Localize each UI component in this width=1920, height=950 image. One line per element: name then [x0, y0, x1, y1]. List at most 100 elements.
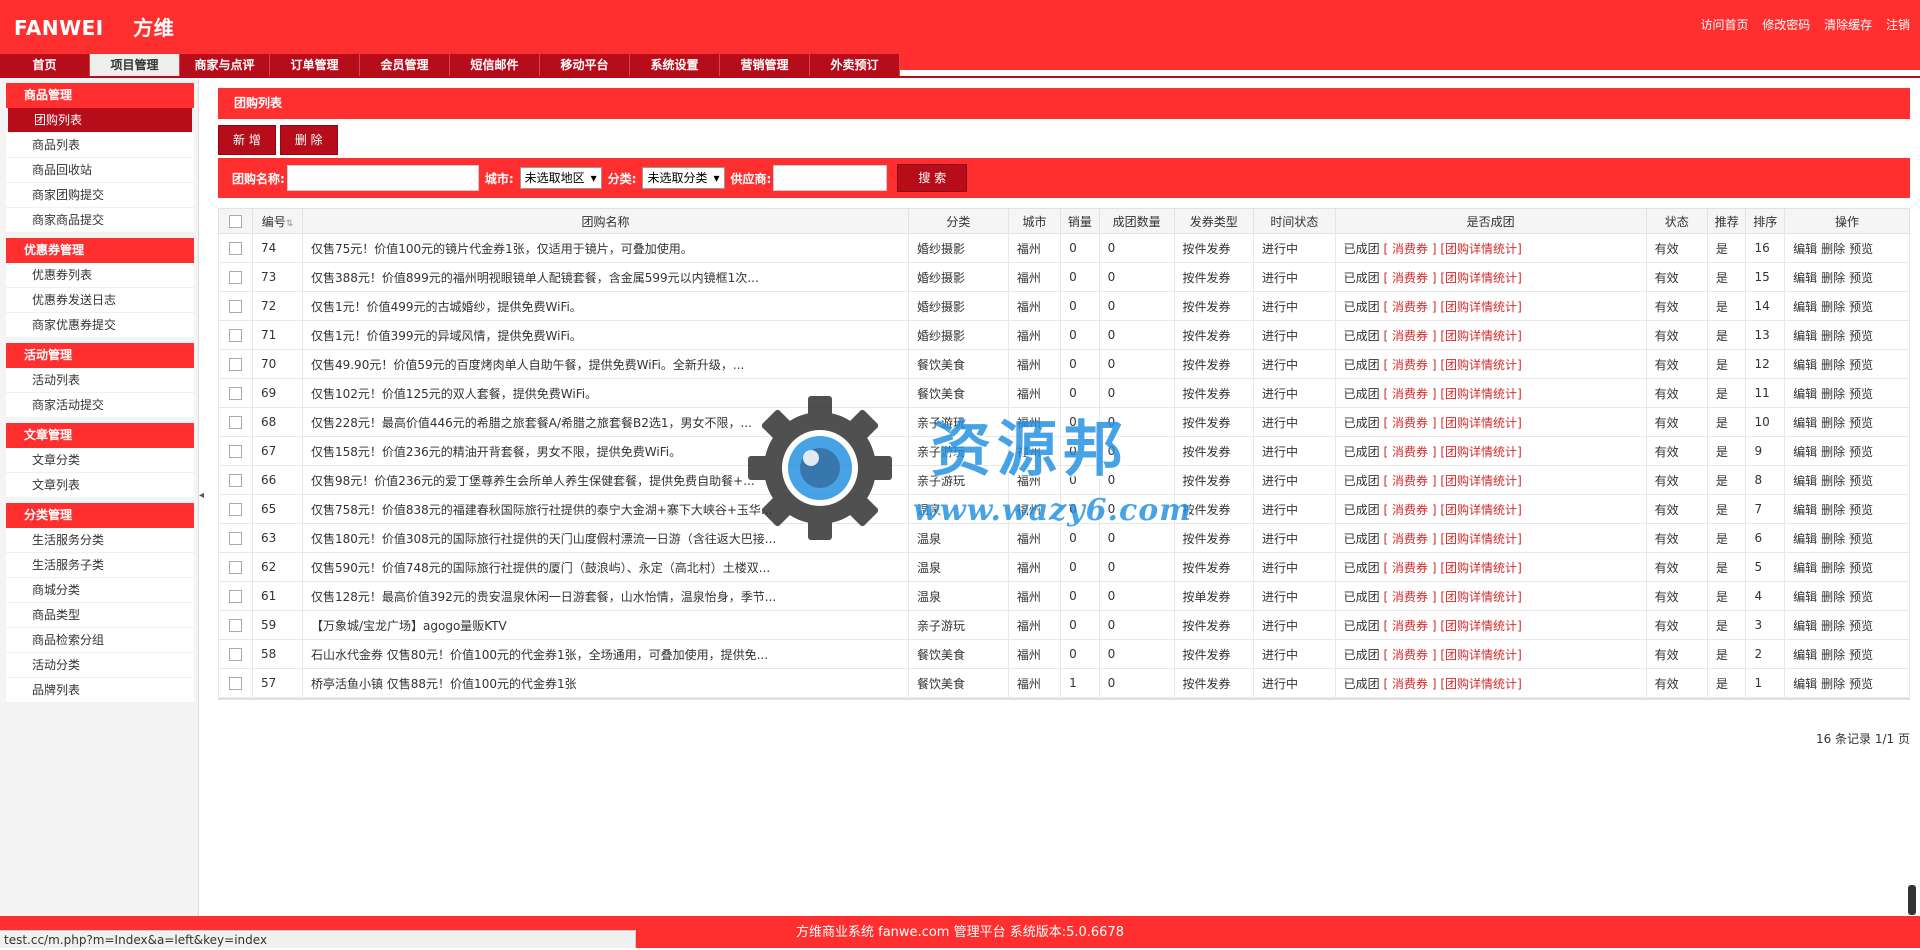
link-logout[interactable]: 注销: [1886, 18, 1910, 32]
sidebar-item[interactable]: 商品回收站: [6, 158, 194, 183]
link-change-password[interactable]: 修改密码: [1762, 18, 1810, 32]
sidebar-item[interactable]: 商家活动提交: [6, 393, 194, 418]
cell-recommend[interactable]: 是: [1706, 552, 1747, 582]
cell-recommend[interactable]: 是: [1706, 291, 1747, 321]
nav-tab-5[interactable]: 短信邮件: [450, 54, 540, 76]
delete-link[interactable]: 删除: [1821, 300, 1845, 314]
stats-link[interactable]: 团购详情统计: [1445, 300, 1517, 314]
sidebar-group-title[interactable]: 分类管理: [6, 503, 194, 528]
cell-name[interactable]: 仅售590元！价值748元的国际旅行社提供的厦门（鼓浪屿）、永定（高北村）土楼双…: [301, 552, 910, 582]
preview-link[interactable]: 预览: [1849, 329, 1873, 343]
coupon-link[interactable]: 消费券: [1392, 503, 1428, 517]
cell-recommend[interactable]: 是: [1706, 610, 1747, 640]
sidebar-group-title[interactable]: 商品管理: [6, 83, 194, 108]
cell-name[interactable]: 仅售49.90元！价值59元的百度烤肉单人自助午餐，提供免费WiFi。全新升级，…: [301, 349, 910, 379]
preview-link[interactable]: 预览: [1849, 677, 1873, 691]
cell-status[interactable]: 有效: [1645, 639, 1708, 669]
cell-name[interactable]: 仅售98元！价值236元的爱丁堡尊养生会所单人养生保健套餐，提供免费自助餐+..…: [301, 465, 910, 495]
cell-name[interactable]: 仅售1元！价值399元的异域风情，提供免费WiFi。: [301, 320, 910, 350]
stats-link[interactable]: 团购详情统计: [1445, 358, 1517, 372]
sidebar-group-title[interactable]: 文章管理: [6, 423, 194, 448]
cell-sort[interactable]: 11: [1745, 378, 1786, 408]
sidebar-item[interactable]: 商家商品提交: [6, 208, 194, 233]
delete-link[interactable]: 删除: [1821, 271, 1845, 285]
coupon-link[interactable]: 消费券: [1392, 358, 1428, 372]
nav-tab-7[interactable]: 系统设置: [630, 54, 720, 76]
delete-link[interactable]: 删除: [1821, 503, 1845, 517]
header-time-status[interactable]: 时间状态: [1252, 208, 1336, 234]
sidebar-item[interactable]: 商品检索分组: [6, 628, 194, 653]
stats-link[interactable]: 团购详情统计: [1445, 532, 1517, 546]
edit-link[interactable]: 编辑: [1793, 358, 1817, 372]
stats-link[interactable]: 团购详情统计: [1445, 561, 1517, 575]
cell-recommend[interactable]: 是: [1706, 523, 1747, 553]
cell-name[interactable]: 仅售128元！最高价值392元的贵安温泉休闲一日游套餐，山水怡情，温泉怡身，季节…: [301, 581, 910, 611]
stats-link[interactable]: 团购详情统计: [1445, 677, 1517, 691]
delete-link[interactable]: 删除: [1821, 561, 1845, 575]
stats-link[interactable]: 团购详情统计: [1445, 387, 1517, 401]
nav-tab-8[interactable]: 营销管理: [720, 54, 810, 76]
cell-recommend[interactable]: 是: [1706, 349, 1747, 379]
sidebar-item[interactable]: 商品类型: [6, 603, 194, 628]
row-checkbox[interactable]: [229, 590, 243, 603]
row-checkbox[interactable]: [229, 619, 243, 632]
delete-link[interactable]: 删除: [1821, 474, 1845, 488]
cell-recommend[interactable]: 是: [1706, 494, 1747, 524]
cell-name[interactable]: 仅售180元！价值308元的国际旅行社提供的天门山度假村漂流一日游（含往返大巴接…: [301, 523, 910, 553]
row-checkbox[interactable]: [229, 387, 243, 400]
cell-sort[interactable]: 6: [1745, 523, 1786, 553]
name-input[interactable]: [286, 165, 479, 191]
header-category[interactable]: 分类: [908, 208, 1009, 234]
delete-link[interactable]: 删除: [1821, 677, 1845, 691]
cell-sort[interactable]: 9: [1745, 436, 1786, 466]
cell-recommend[interactable]: 是: [1706, 233, 1747, 263]
cell-sort[interactable]: 15: [1745, 262, 1786, 292]
cell-sort[interactable]: 13: [1745, 320, 1786, 350]
cell-sort[interactable]: 14: [1745, 291, 1786, 321]
header-grouped[interactable]: 是否成团: [1334, 208, 1647, 234]
row-checkbox[interactable]: [229, 300, 243, 313]
preview-link[interactable]: 预览: [1849, 242, 1873, 256]
row-checkbox[interactable]: [229, 648, 243, 661]
cell-status[interactable]: 有效: [1645, 407, 1708, 437]
header-id[interactable]: 编号⇅: [252, 208, 303, 234]
cell-status[interactable]: 有效: [1645, 668, 1708, 698]
header-recommend[interactable]: 推荐: [1706, 208, 1747, 234]
sidebar-item[interactable]: 商品列表: [6, 133, 194, 158]
search-button[interactable]: 搜 索: [897, 164, 968, 192]
edit-link[interactable]: 编辑: [1793, 503, 1817, 517]
cell-name[interactable]: 仅售388元！价值899元的福州明视眼镜单人配镜套餐，含金属599元以内镜框1次…: [301, 262, 910, 292]
cell-name[interactable]: 仅售228元！最高价值446元的希腊之旅套餐A/希腊之旅套餐B2选1，男女不限，…: [301, 407, 910, 437]
coupon-link[interactable]: 消费券: [1392, 242, 1428, 256]
row-checkbox[interactable]: [229, 242, 243, 255]
cell-status[interactable]: 有效: [1645, 378, 1708, 408]
delete-link[interactable]: 删除: [1821, 532, 1845, 546]
edit-link[interactable]: 编辑: [1793, 561, 1817, 575]
cell-status[interactable]: 有效: [1645, 523, 1708, 553]
add-button[interactable]: 新 增: [218, 125, 276, 155]
delete-link[interactable]: 删除: [1821, 242, 1845, 256]
cell-status[interactable]: 有效: [1645, 581, 1708, 611]
stats-link[interactable]: 团购详情统计: [1445, 503, 1517, 517]
preview-link[interactable]: 预览: [1849, 300, 1873, 314]
preview-link[interactable]: 预览: [1849, 648, 1873, 662]
supplier-input[interactable]: [773, 165, 888, 191]
coupon-link[interactable]: 消费券: [1392, 677, 1428, 691]
select-all-checkbox[interactable]: [229, 215, 243, 228]
edit-link[interactable]: 编辑: [1793, 590, 1817, 604]
cell-recommend[interactable]: 是: [1706, 262, 1747, 292]
row-checkbox[interactable]: [229, 474, 243, 487]
stats-link[interactable]: 团购详情统计: [1445, 445, 1517, 459]
preview-link[interactable]: 预览: [1849, 532, 1873, 546]
row-checkbox[interactable]: [229, 561, 243, 574]
cell-name[interactable]: 桥亭活鱼小镇 仅售88元！价值100元的代金券1张: [301, 668, 910, 698]
sidebar-item[interactable]: 文章列表: [6, 473, 194, 498]
preview-link[interactable]: 预览: [1849, 358, 1873, 372]
stats-link[interactable]: 团购详情统计: [1445, 416, 1517, 430]
cell-status[interactable]: 有效: [1645, 233, 1708, 263]
nav-tab-4[interactable]: 会员管理: [360, 54, 450, 76]
cell-status[interactable]: 有效: [1645, 465, 1708, 495]
stats-link[interactable]: 团购详情统计: [1445, 590, 1517, 604]
cell-sort[interactable]: 12: [1745, 349, 1786, 379]
row-checkbox[interactable]: [229, 271, 243, 284]
